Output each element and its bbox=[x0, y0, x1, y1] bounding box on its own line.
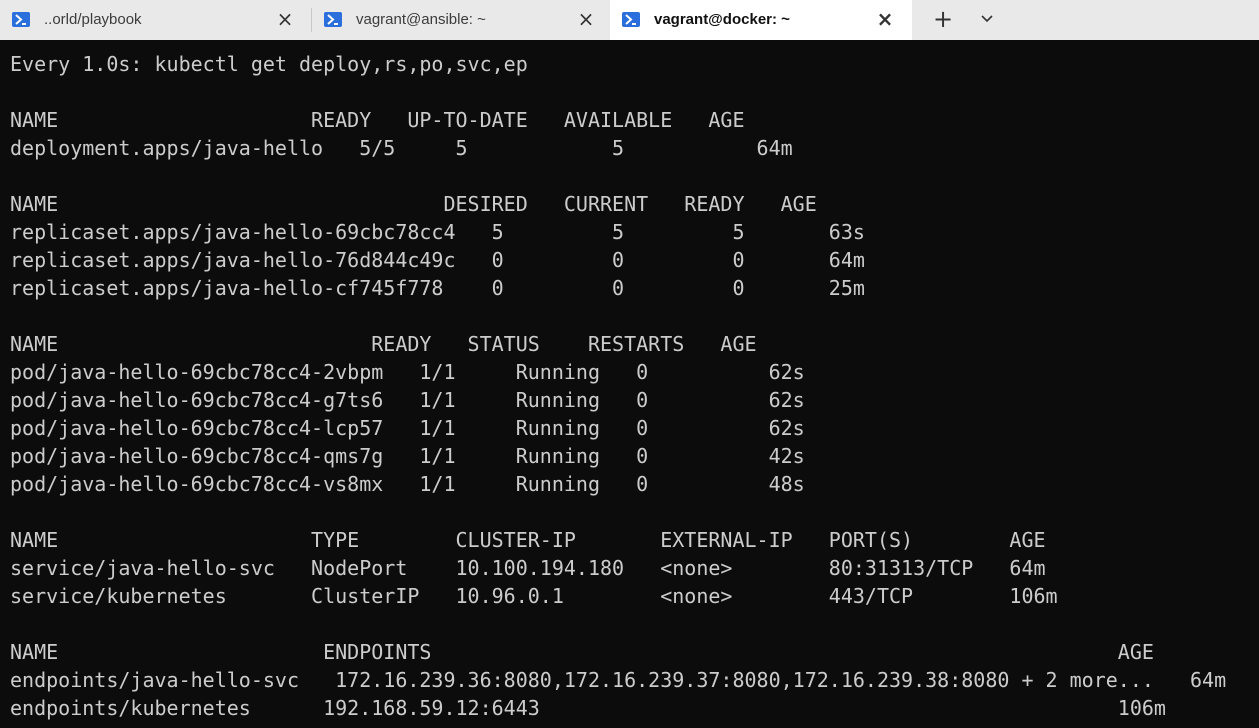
powershell-icon bbox=[324, 12, 342, 27]
tab-ansible[interactable]: vagrant@ansible: ~ × bbox=[312, 0, 610, 40]
terminal-line: endpoints/java-hello-svc 172.16.239.36:8… bbox=[10, 668, 1227, 692]
terminal-line: NAME READY STATUS RESTARTS AGE bbox=[10, 332, 757, 356]
tab-docker[interactable]: vagrant@docker: ~ × bbox=[610, 0, 912, 40]
terminal-line: service/kubernetes ClusterIP 10.96.0.1 <… bbox=[10, 584, 1058, 608]
terminal-output[interactable]: Every 1.0s: kubectl get deploy,rs,po,svc… bbox=[0, 40, 1259, 728]
terminal-line: deployment.apps/java-hello 5/5 5 5 64m bbox=[10, 136, 793, 160]
tab-playbook[interactable]: ..orld/playbook × bbox=[0, 0, 311, 40]
terminal-line: replicaset.apps/java-hello-76d844c49c 0 … bbox=[10, 248, 865, 272]
terminal-line: endpoints/kubernetes 192.168.59.12:6443 … bbox=[10, 696, 1166, 720]
terminal-line: pod/java-hello-69cbc78cc4-lcp57 1/1 Runn… bbox=[10, 416, 805, 440]
terminal-line: pod/java-hello-69cbc78cc4-2vbpm 1/1 Runn… bbox=[10, 360, 805, 384]
chevron-down-icon[interactable] bbox=[977, 10, 997, 30]
terminal-line: pod/java-hello-69cbc78cc4-vs8mx 1/1 Runn… bbox=[10, 472, 805, 496]
close-tab-icon[interactable]: × bbox=[875, 9, 895, 29]
tab-bar: ..orld/playbook × vagrant@ansible: ~ × v… bbox=[0, 0, 1259, 40]
terminal-line: Every 1.0s: kubectl get deploy,rs,po,svc… bbox=[10, 52, 528, 76]
tab-title: vagrant@ansible: ~ bbox=[356, 11, 486, 28]
terminal-line: service/java-hello-svc NodePort 10.100.1… bbox=[10, 556, 1046, 580]
terminal-line: NAME ENDPOINTS AGE bbox=[10, 640, 1154, 664]
terminal-line: replicaset.apps/java-hello-cf745f778 0 0… bbox=[10, 276, 865, 300]
new-tab-button[interactable]: + bbox=[932, 7, 954, 31]
close-tab-icon[interactable]: × bbox=[275, 9, 295, 29]
close-tab-icon[interactable]: × bbox=[576, 9, 596, 29]
terminal-line: NAME READY UP-TO-DATE AVAILABLE AGE bbox=[10, 108, 745, 132]
terminal-line: replicaset.apps/java-hello-69cbc78cc4 5 … bbox=[10, 220, 865, 244]
terminal-line: pod/java-hello-69cbc78cc4-qms7g 1/1 Runn… bbox=[10, 444, 805, 468]
powershell-icon bbox=[622, 12, 640, 27]
tab-title: ..orld/playbook bbox=[44, 11, 142, 28]
terminal-line: pod/java-hello-69cbc78cc4-g7ts6 1/1 Runn… bbox=[10, 388, 805, 412]
terminal-line: NAME DESIRED CURRENT READY AGE bbox=[10, 192, 817, 216]
tab-title: vagrant@docker: ~ bbox=[654, 11, 790, 28]
terminal-line: NAME TYPE CLUSTER-IP EXTERNAL-IP PORT(S)… bbox=[10, 528, 1046, 552]
powershell-icon bbox=[12, 12, 30, 27]
